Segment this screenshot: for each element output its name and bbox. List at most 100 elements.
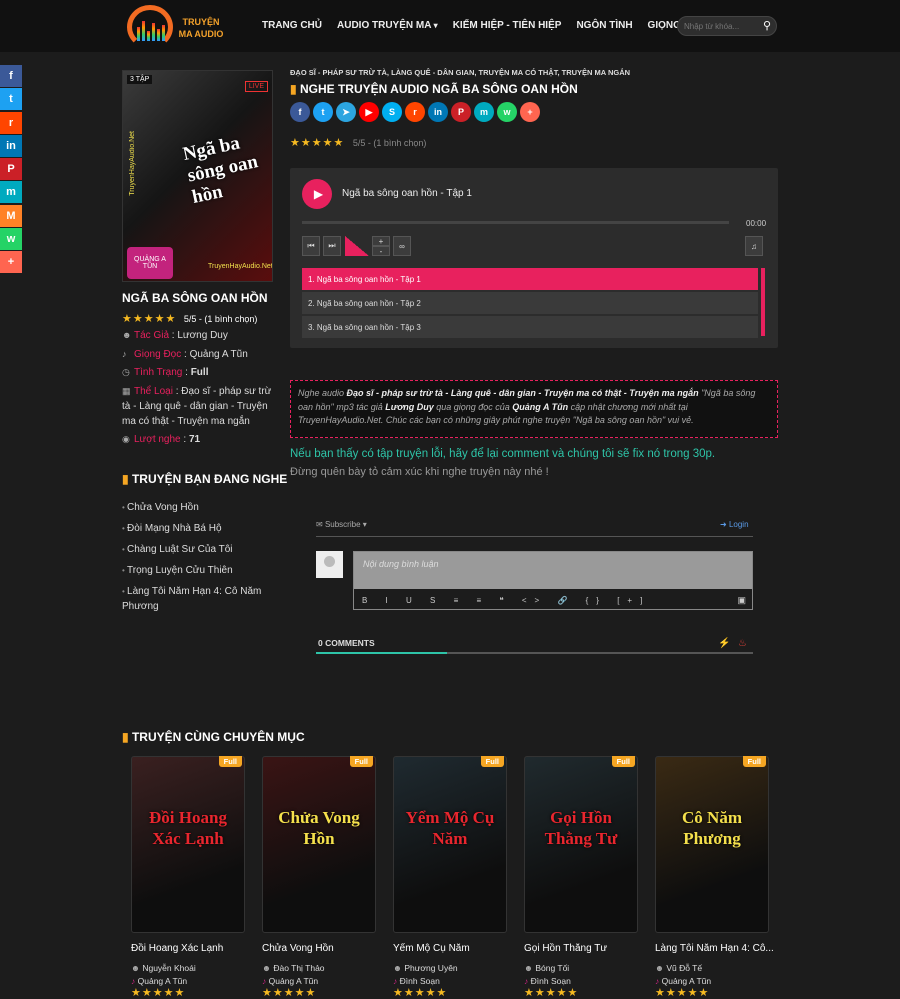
main-nav: TRANG CHỦ AUDIO TRUYỆN MA KIẾM HIỆP - TI… [262,20,712,31]
cover-title: Chửa Vong Hồn [278,808,360,848]
reddit-icon[interactable]: r [405,102,425,122]
page-title: ▮ NGHE TRUYỆN AUDIO NGÃ BA SÔNG OAN HỒN [290,82,578,96]
playlist-item[interactable]: 1. Ngã ba sông oan hồn - Tập 1 [302,268,758,290]
more-icon[interactable]: + [0,251,22,274]
search-icon[interactable]: ⚲ [763,19,771,32]
skype-icon[interactable]: S [382,102,402,122]
author-name[interactable]: Đào Thị Thảo [273,963,324,973]
reader-name[interactable]: Đình Soạn [400,976,440,986]
voice-value[interactable]: Quảng A Tũn [190,349,248,360]
twitter-icon[interactable]: t [313,102,333,122]
story-description: Nghe audio Đạo sĩ - pháp sư trừ tà - Làn… [290,380,778,438]
playlist-item[interactable]: 3. Ngã ba sông oan hồn - Tập 3 [302,316,758,338]
story-cover[interactable]: Cô Năm Phương [655,756,769,933]
playlist-toggle-icon[interactable]: ♫ [745,236,763,256]
progress-bar[interactable] [302,221,729,224]
sidebar-story-link[interactable]: Làng Tôi Năm Hạn 4: Cô Năm Phương [122,584,274,614]
story-author: ☻ Vũ Đỗ Tế [655,963,702,973]
login-icon: ➜ [720,520,727,529]
image-upload-icon[interactable]: ▣ [737,595,746,606]
previous-button[interactable]: ⏮ [302,236,320,256]
story-poster: 3 TẬP LIVE TruyenHayAudio.Net Ngã ba sôn… [122,70,273,282]
telegram-icon[interactable]: ➤ [336,102,356,122]
linkedin-icon[interactable]: in [428,102,448,122]
reader-name[interactable]: Quảng A Tũn [662,976,711,986]
voice-label: Giọng Đọc [134,349,182,360]
facebook-icon[interactable]: f [290,102,310,122]
story-cover[interactable]: Gọi Hồn Thằng Tư [524,756,638,933]
reddit-icon[interactable]: r [0,111,22,134]
twitter-icon[interactable]: t [0,88,22,111]
facebook-icon[interactable]: f [0,65,22,87]
story-title: NGÃ BA SÔNG OAN HỒN [122,291,268,305]
search-input[interactable] [684,20,760,33]
user-icon: ☻ [122,330,132,340]
login-link[interactable]: ➜ Login [720,520,749,529]
desc-voice: Quảng A Tũn [512,401,569,412]
pinterest-icon[interactable]: P [451,102,471,122]
subscribe-dropdown[interactable]: ✉ Subscribe ▾ [316,520,367,529]
reader-name[interactable]: Quảng A Tũn [269,976,318,986]
story-reader: ♪ Đình Soạn [524,976,571,986]
story-name[interactable]: Yểm Mộ Cụ Năm [393,943,513,954]
mix-icon[interactable]: M [0,204,22,227]
pinterest-icon[interactable]: P [0,158,22,181]
lightning-icon[interactable]: ⚡ [718,638,730,649]
author-row: ☻ Tác Giả : Lương Duy [122,330,228,341]
comment-input[interactable]: Nội dung bình luận [354,552,752,589]
more-icon[interactable]: + [520,102,540,122]
sidebar-story-link[interactable]: Chàng Luật Sư Của Tôi [122,542,274,557]
story-cover[interactable]: Chửa Vong Hồn [262,756,376,933]
volume-down-button[interactable]: - [372,246,390,256]
author-name[interactable]: Vũ Đỗ Tế [666,963,702,973]
story-cover[interactable]: Yểm Mộ Cụ Năm [393,756,507,933]
author-name[interactable]: Bóng Tối [535,963,569,973]
playlist-item[interactable]: 2. Ngã ba sông oan hồn - Tập 2 [302,292,758,314]
nav-kiem-hiep[interactable]: KIẾM HIỆP - TIÊN HIỆP [453,20,562,31]
repeat-button[interactable]: ∞ [393,236,411,256]
cover-title: Đồi Hoang Xác Lạnh [149,808,227,848]
story-name[interactable]: Làng Tôi Năm Hạn 4: Cô... [655,943,775,954]
rating-text: 5/5 - (1 bình chọn) [183,314,258,324]
story-author: ☻ Phương Uyên [393,963,458,973]
volume-slider[interactable] [345,236,369,256]
sidebar-story-link[interactable]: Đòi Mạng Nhà Bá Hộ [122,521,274,536]
reader-name[interactable]: Đình Soạn [531,976,571,986]
author-value[interactable]: Lương Duy [177,330,228,341]
equalizer-icon: ▮ [122,472,129,486]
playlist-scrollbar[interactable] [761,268,765,336]
star-rating-icon[interactable]: ★★★★★ [290,137,344,149]
volume-up-button[interactable]: + [372,236,390,246]
fire-icon[interactable]: ♨ [738,638,747,649]
whatsapp-icon[interactable]: w [497,102,517,122]
play-button[interactable]: ▶ [302,179,332,209]
breadcrumb[interactable]: ĐẠO SĨ - PHÁP SƯ TRỪ TÀ, LÀNG QUÊ - DÂN … [290,68,630,77]
youtube-icon[interactable]: ▶ [359,102,379,122]
sidebar-story-link[interactable]: Chửa Vong Hồn [122,500,274,515]
nav-home[interactable]: TRANG CHỦ [262,20,322,31]
site-logo[interactable]: TRUYỆN MA AUDIO [127,5,227,49]
story-name[interactable]: Chửa Vong Hồn [262,943,382,954]
sidebar-story-link[interactable]: Trọng Luyện Cửu Thiên [122,563,274,578]
star-rating-icon[interactable]: ★★★★★ [122,313,176,325]
comment-box: Nội dung bình luận B I U S ≡ ≡ ❝ <> 🔗 {}… [353,551,753,610]
whatsapp-icon[interactable]: w [0,228,22,251]
story-cover[interactable]: Đồi Hoang Xác Lạnh [131,756,245,933]
story-name[interactable]: Đồi Hoang Xác Lạnh [131,943,251,954]
mewe-icon[interactable]: m [474,102,494,122]
reader-name[interactable]: Quảng A Tũn [138,976,187,986]
nav-ngon-tinh[interactable]: NGÔN TÌNH [576,20,632,31]
next-button[interactable]: ⏭ [323,236,341,256]
linkedin-icon[interactable]: in [0,134,22,157]
comment-tab-underline [316,652,753,654]
comment-toolbar[interactable]: B I U S ≡ ≡ ❝ <> 🔗 {} [+] [362,596,650,605]
equalizer-icon: ▮ [290,82,297,96]
author-name[interactable]: Phương Uyên [404,963,457,973]
nav-audio-truyen-ma[interactable]: AUDIO TRUYỆN MA [337,20,438,31]
author-name[interactable]: Nguyễn Khoái [142,963,195,973]
genre-row: ▦ Thể Loại : Đạo sĩ - pháp sư trừ tà - Là… [122,386,272,427]
share-buttons: f t ➤ ▶ Sr in Pm w + [290,102,540,122]
mewe-icon[interactable]: m [0,181,22,204]
audio-player: ▶ Ngã ba sông oan hồn - Tập 1 00:00 ⏮ ⏭ … [290,168,778,348]
story-name[interactable]: Gọi Hồn Thằng Tư [524,943,644,954]
